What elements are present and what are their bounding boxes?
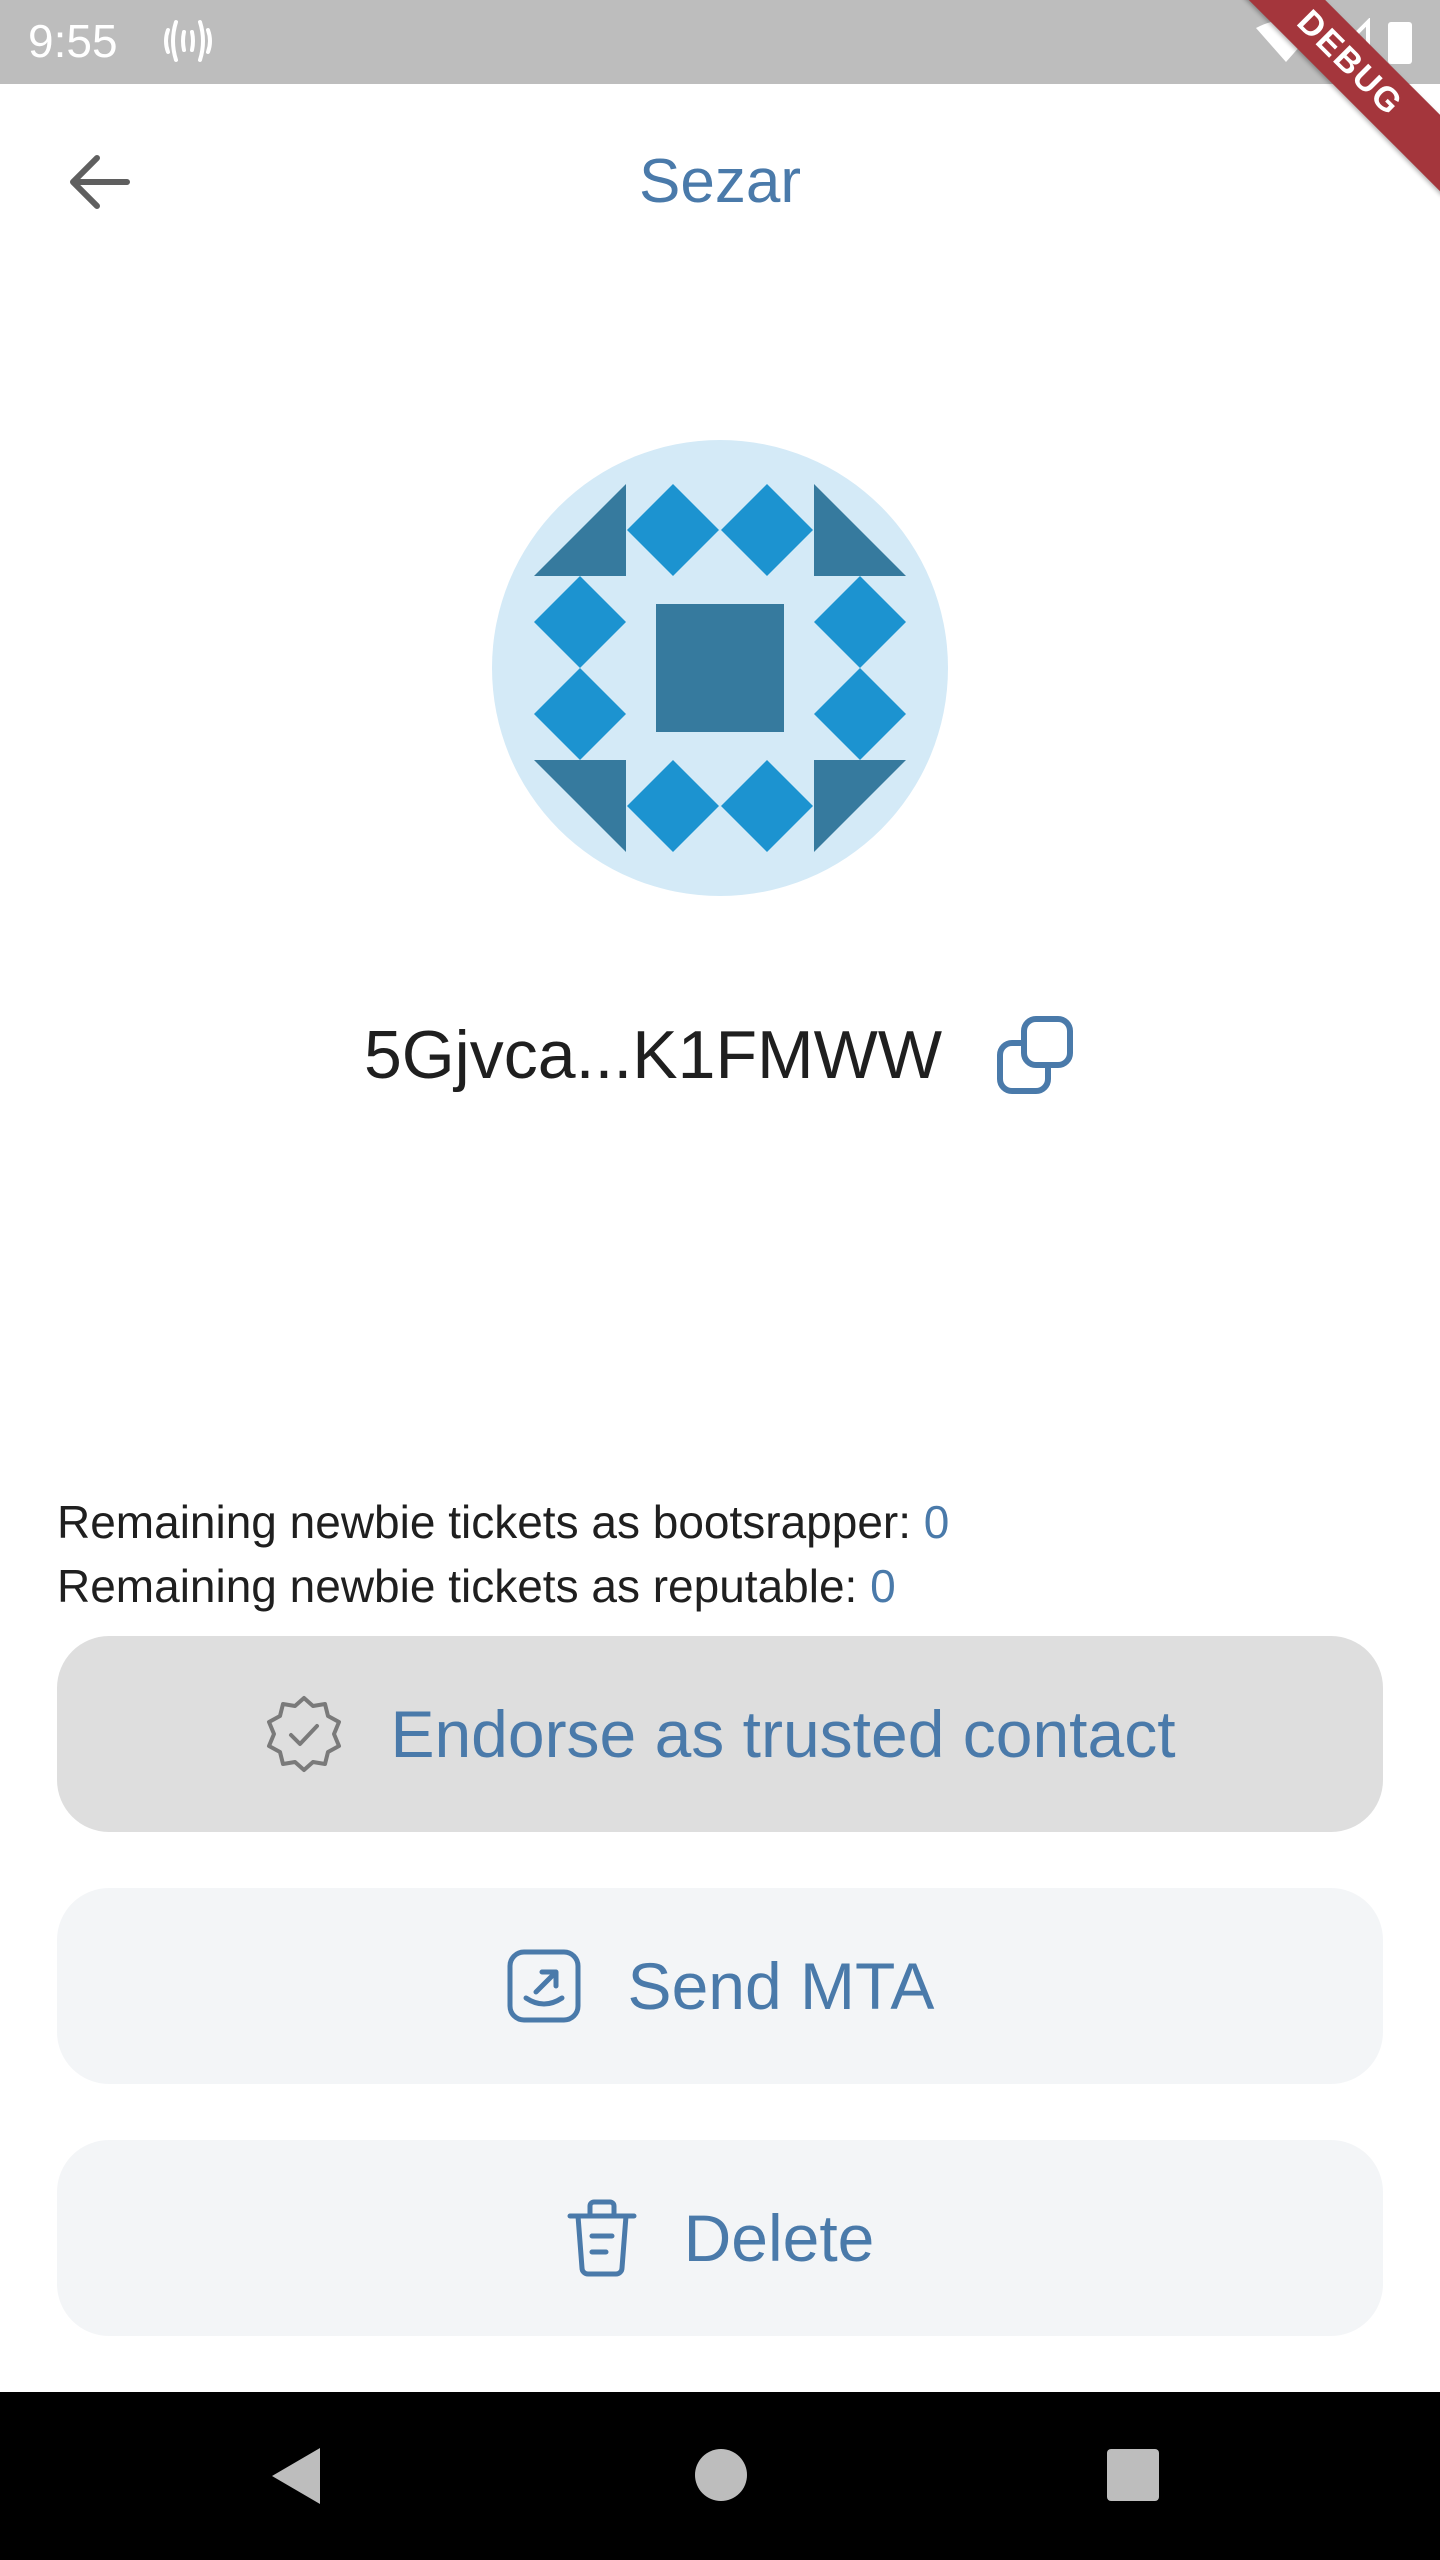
page-title: Sezar xyxy=(639,147,801,216)
bootstrapper-tickets-value: 0 xyxy=(923,1496,950,1548)
send-mta-button[interactable]: Send MTA xyxy=(57,1888,1383,2084)
copy-address-button[interactable] xyxy=(992,1013,1076,1097)
verified-badge-icon xyxy=(264,1694,344,1774)
newbie-tickets-info: Remaining newbie tickets as bootsrapper:… xyxy=(57,1490,949,1618)
bootstrapper-tickets-label: Remaining newbie tickets as bootsrapper: xyxy=(57,1496,912,1548)
app-bar: Sezar xyxy=(0,84,1440,280)
copy-icon xyxy=(997,1016,1074,1094)
account-address: 5Gjvca...K1FMWW xyxy=(363,1017,943,1093)
delete-button-label: Delete xyxy=(683,2201,875,2275)
address-row: 5Gjvca...K1FMWW xyxy=(0,1000,1440,1110)
status-time: 9:55 xyxy=(28,15,118,67)
status-bar: 9:55 xyxy=(0,0,1440,84)
delete-button[interactable]: Delete xyxy=(57,2140,1383,2336)
nav-back-icon[interactable] xyxy=(268,2444,324,2513)
bootstrapper-tickets-row: Remaining newbie tickets as bootsrapper:… xyxy=(57,1490,949,1554)
reputable-tickets-label: Remaining newbie tickets as reputable: xyxy=(57,1560,858,1612)
reputable-tickets-value: 0 xyxy=(870,1560,896,1612)
system-navigation-bar xyxy=(0,2392,1440,2560)
identicon-avatar xyxy=(492,440,948,896)
endorse-button[interactable]: Endorse as trusted contact xyxy=(57,1636,1383,1832)
nav-home-icon[interactable] xyxy=(694,2448,748,2507)
endorse-button-label: Endorse as trusted contact xyxy=(390,1697,1176,1771)
send-icon xyxy=(506,1948,582,2024)
nav-recent-apps-icon[interactable] xyxy=(1106,2448,1160,2507)
reputable-tickets-row: Remaining newbie tickets as reputable: 0 xyxy=(57,1554,949,1618)
battery-icon xyxy=(1388,22,1412,64)
send-mta-button-label: Send MTA xyxy=(627,1949,935,2023)
trash-icon xyxy=(566,2198,638,2278)
sound-wave-icon xyxy=(160,16,216,71)
